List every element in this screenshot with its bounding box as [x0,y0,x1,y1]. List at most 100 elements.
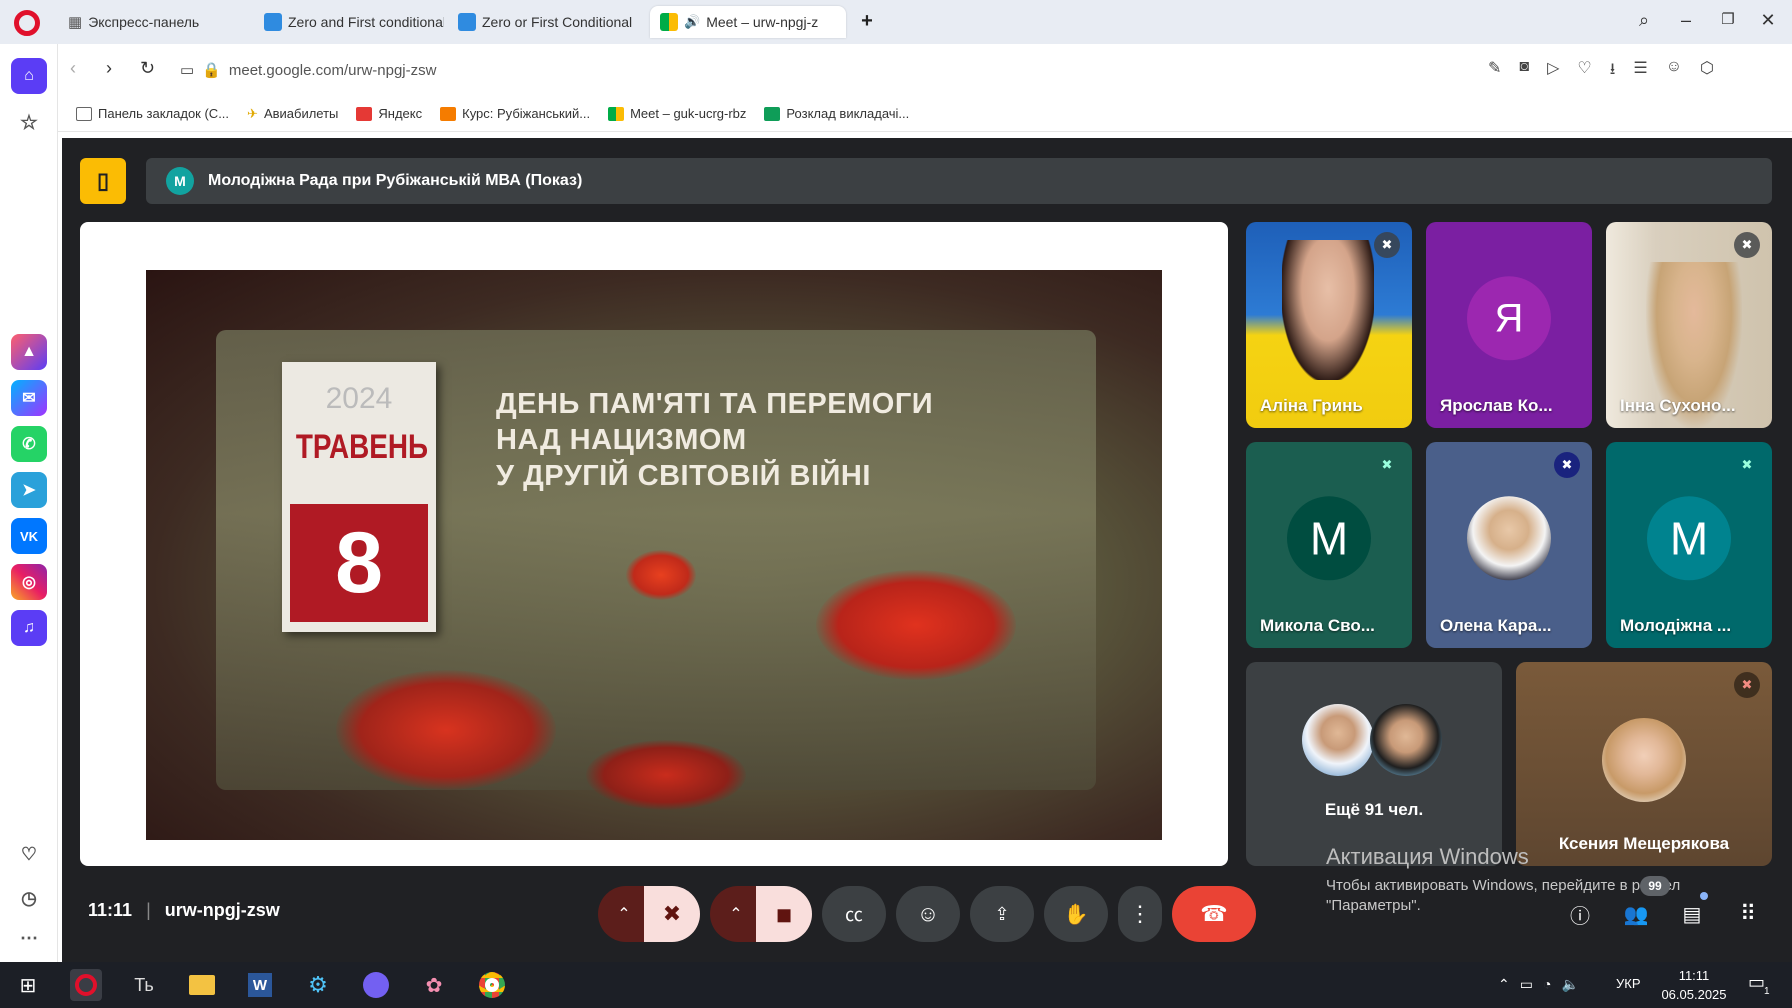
taskbar-clock[interactable]: 11:11 06.05.2025 [1656,966,1732,1004]
people-button[interactable]: 👥 [1616,894,1656,934]
meet-favicon [660,13,678,31]
settings-icon[interactable]: ☰ [1633,58,1647,85]
camera-off-icon: ◼ [775,903,793,926]
tab-speed-dial[interactable]: ▦ Экспресс-панель [58,6,254,38]
chrome-icon[interactable] [476,969,508,1001]
reload-icon[interactable]: ↻ [140,58,155,79]
bookmark-folder[interactable]: Панель закладок (С... [76,106,229,121]
download-icon[interactable]: ⭳ [1610,58,1616,85]
more-participants-tile[interactable]: Ещё 91 чел. [1246,662,1502,866]
bookmark-schedule[interactable]: Розклад викладачі... [764,106,909,121]
url-text: meet.google.com/urw-npgj-zsw [228,61,437,79]
whatsapp-icon[interactable]: ✆ [11,426,47,462]
participant-tile[interactable]: Я Ярослав Ко... [1426,222,1592,428]
activation-title: Активация Windows [1326,844,1529,869]
audio-options-button[interactable]: ⌃ [598,886,650,942]
participant-name: Микола Сво... [1260,616,1375,635]
vk-icon[interactable]: VK [11,518,47,554]
url-field[interactable]: ▭ 🔒 meet.google.com/urw-npgj-zsw [170,52,1560,88]
favorite-icon[interactable]: ♡ [1577,58,1591,85]
poppy-flower [586,740,746,810]
participant-tile[interactable]: М ✖ Молодіжна ... [1606,442,1772,648]
edit-icon[interactable]: ✎ [1488,58,1501,85]
settings-app-icon[interactable]: ⚙ [302,969,334,1001]
file-explorer-icon[interactable] [186,969,218,1001]
forward-icon[interactable]: › [106,58,112,79]
tab-bar: ▦ Экспресс-панель Zero and First conditi… [0,0,1792,44]
more-icon[interactable]: ⋯ [11,920,47,956]
captions-button[interactable]: ㏄ [822,886,886,942]
snapshot-icon[interactable]: ◙ [1519,58,1529,85]
paint-icon[interactable]: ✿ [418,969,450,1001]
tab-zero-first-1[interactable]: Zero and First conditional [254,6,444,38]
chevron-up-icon[interactable]: ⌃ [1498,976,1510,993]
present-screen-icon: ⇪ [994,903,1010,924]
search-tabs-icon[interactable]: ⌕ [1632,10,1656,31]
history-icon[interactable]: ◷ [11,880,47,916]
heart-icon[interactable]: ♡ [11,836,47,872]
meeting-details-button[interactable]: ⓘ [1560,894,1600,934]
windows-taskbar: ⊞ Ть W ⚙ ✿ ⌃ ▭ ◔ 🔈 УКР 11:11 06.05.2025 … [0,962,1792,1008]
sheets-icon [764,106,781,121]
instagram-icon[interactable]: ◎ [11,564,47,600]
presentation-icon[interactable]: ▯ [80,158,126,204]
camera-toggle-button[interactable]: ◼ [756,886,812,942]
telegram-icon[interactable]: ➤ [11,472,47,508]
windows-start-icon[interactable]: ⊞ [12,969,44,1001]
raise-hand-button[interactable]: ✋ [1044,886,1108,942]
home-icon[interactable]: ⌂ [11,58,47,94]
opera-logo[interactable] [14,10,40,36]
participant-tile[interactable]: М ✖ Микола Сво... [1246,442,1412,648]
volume-icon[interactable]: 🔈 [1561,976,1578,993]
poppy-flower [626,550,696,600]
tab-meet[interactable]: 🔊 Meet – urw-npgj-z [650,6,846,38]
close-window-icon[interactable]: ✕ [1756,10,1780,31]
more-options-button[interactable]: ⋮ [1118,886,1162,942]
bookmark-meet[interactable]: Meet – guk-ucrg-rbz [608,106,746,121]
opera-taskbar-icon[interactable] [70,969,102,1001]
extensions-icon[interactable]: ⬡ [1700,58,1714,85]
wifi-icon[interactable]: ◔ [1543,976,1551,993]
tab-label: Zero and First conditional [288,14,444,30]
language-indicator[interactable]: УКР [1616,976,1641,991]
chat-button[interactable]: ▤ [1672,894,1712,934]
end-call-button[interactable]: ☎ [1172,886,1256,942]
minimize-icon[interactable]: – [1674,10,1698,31]
video-options-button[interactable]: ⌃ [710,886,762,942]
viber-icon[interactable] [360,969,392,1001]
hand-icon: ✋ [1063,903,1089,926]
mic-toggle-button[interactable]: ✖ [644,886,700,942]
battery-icon[interactable]: ▭ [1520,976,1533,993]
taskbar-date: 06.05.2025 [1661,987,1727,1002]
flow-icon[interactable]: ▷ [1547,58,1559,85]
maximize-icon[interactable]: ❐ [1716,10,1740,28]
reactions-button[interactable]: ☺ [896,886,960,942]
mic-off-icon: ✖ [1734,232,1760,258]
bookmark-yandex[interactable]: Яндекс [356,106,422,121]
emoji-icon: ☺ [916,901,940,926]
headline-line-2: НАД НАЦИЗМОМ [496,424,747,456]
featured-participant-tile[interactable]: ✖ Ксения Мещерякова [1516,662,1772,866]
participant-tile[interactable]: ✖ Аліна Гринь [1246,222,1412,428]
bookmark-flights[interactable]: ✈ Авиабилеты [247,106,338,122]
pinboard-icon[interactable]: ☆ [11,104,47,140]
new-tab-button[interactable]: + [856,11,878,33]
text-app-icon[interactable]: Ть [128,969,160,1001]
present-button[interactable]: ⇪ [970,886,1034,942]
activities-button[interactable]: ⠿ [1728,894,1768,934]
grid-icon: ▦ [68,14,83,31]
mic-off-icon: ✖ [1554,452,1580,478]
profile-icon[interactable]: ☺ [1666,58,1682,85]
tab-zero-first-2[interactable]: Zero or First Conditional [448,6,638,38]
participant-tile[interactable]: ✖ Олена Кара... [1426,442,1592,648]
bookmarks-bar: Панель закладок (С... ✈ Авиабилеты Яндекс… [58,96,1792,132]
participant-tile[interactable]: ✖ Інна Сухоно... [1606,222,1772,428]
word-icon[interactable]: W [244,969,276,1001]
aria-icon[interactable]: ▲ [11,334,47,370]
bookmark-course[interactable]: Курс: Рубіжанський... [440,106,590,121]
notification-center-icon[interactable]: ▭ [1748,972,1765,993]
meeting-title-bar: М Молодіжна Рада при Рубіжанській МВА (П… [146,158,1772,204]
music-player-icon[interactable]: ♫ [11,610,47,646]
messenger-icon[interactable]: ✉ [11,380,47,416]
back-icon[interactable]: ‹ [70,58,76,79]
